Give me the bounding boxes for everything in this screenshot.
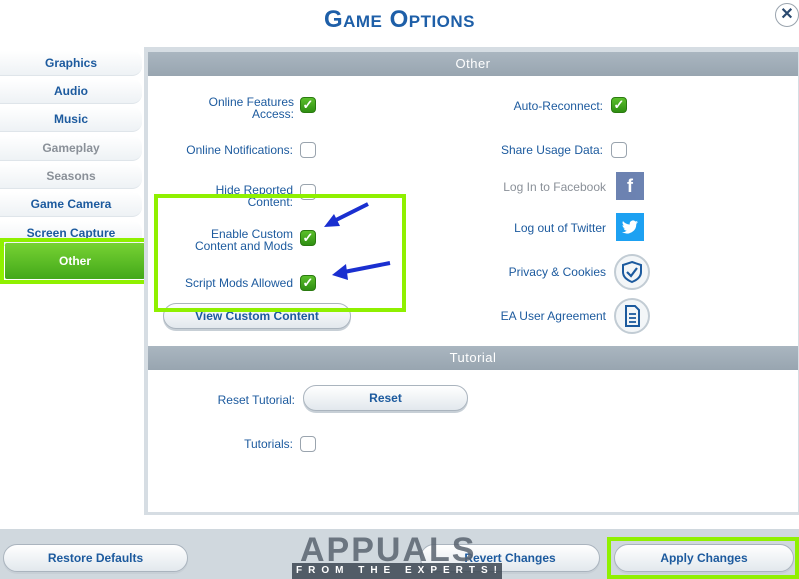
sidebar-item-gameplay[interactable]: Gameplay: [0, 136, 142, 161]
sidebar-item-graphics[interactable]: Graphics: [0, 51, 142, 76]
watermark-tagline: FROM THE EXPERTS!: [296, 565, 504, 576]
reset-tutorial-label: Reset Tutorial:: [217, 393, 295, 407]
twitter-icon[interactable]: [616, 213, 644, 241]
facebook-label[interactable]: Log In to Facebook: [470, 181, 606, 193]
sidebar-item-audio[interactable]: Audio: [0, 79, 142, 104]
restore-defaults-button[interactable]: Restore Defaults: [3, 544, 188, 572]
ea-agreement-label[interactable]: EA User Agreement: [470, 310, 606, 322]
annotation-arrow-icon: [324, 202, 369, 227]
online-features-label: Online Features Access:: [208, 95, 294, 121]
facebook-icon[interactable]: f: [616, 172, 644, 200]
sidebar-item-game-camera[interactable]: Game Camera: [0, 192, 142, 217]
highlight-box-other-tab: [0, 238, 152, 284]
twitter-label[interactable]: Log out of Twitter: [470, 222, 606, 234]
reset-button[interactable]: Reset: [303, 385, 468, 411]
section-header-tutorial: Tutorial: [148, 346, 798, 370]
close-icon[interactable]: ✕: [775, 3, 799, 27]
section-header-other: Other: [148, 52, 798, 76]
annotation-arrow-icon: [332, 261, 391, 280]
tutorials-label: Tutorials:: [244, 437, 293, 451]
auto-reconnect-label: Auto-Reconnect:: [513, 99, 603, 113]
auto-reconnect-checkbox[interactable]: ✓: [611, 97, 627, 113]
online-notifications-checkbox[interactable]: [300, 142, 316, 158]
share-usage-label: Share Usage Data:: [500, 143, 603, 157]
page-title: Game Options: [323, 6, 476, 33]
online-features-checkbox[interactable]: ✓: [300, 97, 316, 113]
online-notifications-label: Online Notifications:: [186, 143, 293, 157]
privacy-label[interactable]: Privacy & Cookies: [470, 266, 606, 278]
document-icon[interactable]: [614, 298, 650, 334]
tutorials-checkbox[interactable]: [300, 436, 316, 452]
share-usage-checkbox[interactable]: [611, 142, 627, 158]
shield-check-icon[interactable]: [614, 254, 650, 290]
highlight-box-apply: [607, 537, 799, 579]
sidebar-item-seasons[interactable]: Seasons: [0, 164, 142, 189]
sidebar-item-music[interactable]: Music: [0, 107, 142, 132]
